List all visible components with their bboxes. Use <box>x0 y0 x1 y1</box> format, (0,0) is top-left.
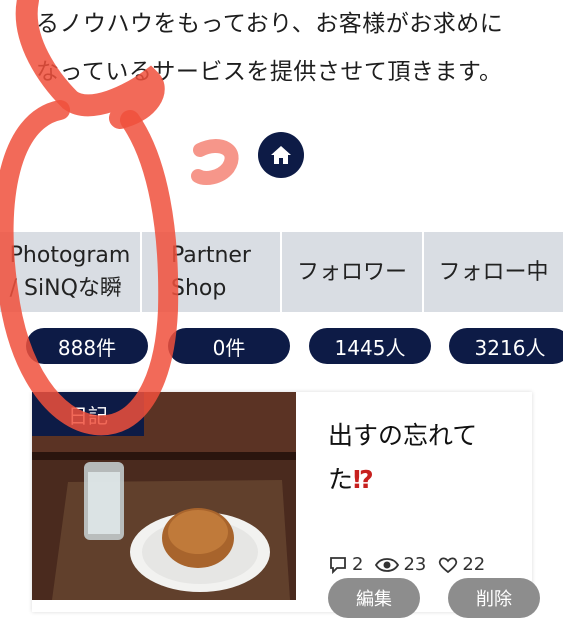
home-button[interactable] <box>258 132 304 178</box>
post-title[interactable]: 出すの忘れてた⁉ <box>328 414 518 502</box>
intro-line-1: るノウハウをもっており、お客様がお求めに <box>36 11 504 37</box>
view-count-value: 23 <box>403 554 427 575</box>
stat-partner-shop[interactable]: Partner Shop <box>142 232 280 312</box>
home-icon <box>271 146 291 164</box>
intro-line-2: なっているサービスを提供させて頂きます。 <box>36 59 503 85</box>
count-badge-followers[interactable]: 1445人 <box>309 328 431 364</box>
count-badge-photogram[interactable]: 888件 <box>26 328 148 364</box>
edit-button[interactable]: 編集 <box>328 578 420 618</box>
comment-icon <box>330 556 346 574</box>
comment-count-value: 2 <box>352 554 364 575</box>
post-meta: 2 23 22 <box>328 554 485 575</box>
count-badge-partner-shop[interactable]: 0件 <box>168 328 290 364</box>
comment-count[interactable]: 2 <box>328 554 363 575</box>
stat-followers[interactable]: フォロワー <box>282 232 422 312</box>
post-card[interactable]: 日記 出すの忘れてた⁉ 2 23 22 編集 削除 <box>32 392 540 618</box>
profile-stats: Photogram / SiNQな瞬 Partner Shop フォロワー フォ… <box>0 232 563 312</box>
stat-following[interactable]: フォロー中 <box>424 232 563 312</box>
count-badge-following[interactable]: 3216人 <box>449 328 563 364</box>
like-count-value: 22 <box>462 554 486 575</box>
post-photo[interactable]: 日記 <box>32 392 296 600</box>
like-count[interactable]: 22 <box>438 554 485 575</box>
stat-photogram[interactable]: Photogram / SiNQな瞬 <box>0 232 140 312</box>
view-count: 23 <box>375 554 426 575</box>
stat-label: フォロー中 <box>438 259 549 285</box>
post-title-emphasis: ⁉ <box>353 465 374 494</box>
stat-label: Photogram / SiNQな瞬 <box>9 243 131 301</box>
heart-icon <box>439 556 458 573</box>
eye-icon <box>375 557 400 572</box>
stat-label: Partner Shop <box>171 243 251 301</box>
post-title-text: 出すの忘れてた <box>328 421 478 494</box>
stat-label: フォロワー <box>296 259 407 285</box>
delete-button[interactable]: 削除 <box>448 578 540 618</box>
post-category-tag: 日記 <box>32 392 144 436</box>
